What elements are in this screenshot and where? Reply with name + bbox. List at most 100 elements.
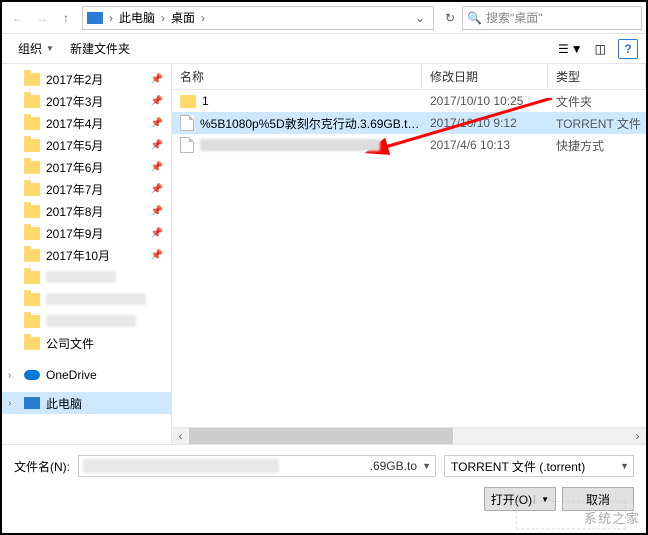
sidebar-item-label: 2017年6月 <box>46 159 103 176</box>
chevron-down-icon[interactable]: ▼ <box>422 461 431 471</box>
column-headers: 名称 修改日期 类型 <box>172 64 646 90</box>
file-date: 2017/10/10 9:12 <box>422 116 548 130</box>
sidebar-item-month[interactable]: 2017年3月 📌 <box>2 90 171 112</box>
sidebar-item-month[interactable]: 2017年7月📌 <box>2 178 171 200</box>
file-row[interactable]: 1 2017/10/10 10:25文件夹 <box>172 90 646 112</box>
sidebar-item-blur[interactable] <box>2 288 171 310</box>
file-name: %5B1080p%5D敦刻尔克行动.3.69GB.t… <box>200 115 419 132</box>
file-type-label: TORRENT 文件 (.torrent) <box>451 458 585 475</box>
help-button[interactable]: ? <box>618 39 638 59</box>
address-dropdown-icon[interactable]: ⌄ <box>411 11 429 25</box>
file-icon <box>180 137 194 153</box>
sidebar-item-onedrive[interactable]: ›OneDrive <box>2 364 171 386</box>
new-folder-button[interactable]: 新建文件夹 <box>62 38 138 59</box>
file-type: TORRENT 文件 <box>548 115 646 132</box>
sidebar: 2017年2月📌2017年3月📌2017年4月📌2017年5月📌2017年6月📌… <box>2 64 172 444</box>
chevron-right-icon: › <box>199 11 207 25</box>
nav-forward-button[interactable]: → <box>30 6 54 30</box>
sidebar-item-label: OneDrive <box>46 368 97 382</box>
horizontal-scrollbar[interactable]: ‹ › <box>172 427 646 444</box>
search-placeholder: 搜索"桌面" <box>486 9 543 26</box>
scrollbar-thumb[interactable] <box>189 428 453 444</box>
sidebar-item-label: 公司文件 <box>46 335 94 352</box>
sidebar-item-month[interactable]: 2017年4月 📌 <box>2 112 171 134</box>
chevron-right-icon: › <box>8 398 11 409</box>
folder-icon <box>24 183 40 196</box>
file-icon <box>180 115 194 131</box>
preview-icon: ◫ <box>595 42 606 56</box>
organize-label: 组织 <box>18 40 42 57</box>
folder-icon <box>24 271 40 284</box>
folder-icon <box>24 139 40 152</box>
pin-icon: 📌 <box>151 118 163 129</box>
organize-button[interactable]: 组织 ▼ <box>10 38 62 59</box>
preview-pane-button[interactable]: ◫ <box>589 40 612 58</box>
nav-back-button[interactable]: ← <box>6 6 30 30</box>
new-folder-label: 新建文件夹 <box>70 40 130 57</box>
sidebar-item-label: 2017年8月 <box>46 203 103 220</box>
pin-icon: 📌 <box>151 96 163 107</box>
search-icon: 🔍 <box>467 11 482 25</box>
sidebar-item-blur[interactable] <box>2 266 171 288</box>
file-type-filter[interactable]: TORRENT 文件 (.torrent) ▼ <box>444 455 634 477</box>
pin-icon: 📌 <box>151 228 163 239</box>
pc-icon <box>24 397 40 409</box>
sidebar-item-month[interactable]: 2017年10月📌 <box>2 244 171 266</box>
sidebar-item-company[interactable]: 公司文件 <box>2 332 171 354</box>
file-date: 2017/4/6 10:13 <box>422 138 548 152</box>
folder-icon <box>180 95 196 108</box>
address-bar[interactable]: › 此电脑 › 桌面 › ⌄ <box>82 6 434 30</box>
watermark-box <box>516 501 626 529</box>
scroll-right-button[interactable]: › <box>629 428 646 445</box>
file-row[interactable]: %5B1080p%5D敦刻尔克行动.3.69GB.t…2017/10/10 9:… <box>172 112 646 134</box>
column-header-name[interactable]: 名称 <box>172 64 422 89</box>
sidebar-item-this-pc[interactable]: ›此电脑 <box>2 392 171 414</box>
nav-up-button[interactable]: ↑ <box>54 6 78 30</box>
chevron-down-icon[interactable]: ▼ <box>620 461 629 471</box>
chevron-right-icon: › <box>159 11 167 25</box>
pin-icon: 📌 <box>151 74 163 85</box>
filename-input[interactable]: .69GB.to ▼ <box>78 455 436 477</box>
chevron-down-icon: ▼ <box>46 44 54 53</box>
folder-icon <box>24 337 40 350</box>
sidebar-item-label: 2017年9月 <box>46 225 103 242</box>
breadcrumb-item[interactable]: 此电脑 <box>115 9 159 26</box>
scroll-left-button[interactable]: ‹ <box>172 428 189 445</box>
folder-icon <box>24 117 40 130</box>
refresh-button[interactable]: ↻ <box>438 11 462 25</box>
pc-icon <box>87 12 103 24</box>
column-header-type[interactable]: 类型 <box>548 64 646 89</box>
breadcrumb-item[interactable]: 桌面 <box>167 9 199 26</box>
pin-icon: 📌 <box>151 140 163 151</box>
folder-icon <box>24 293 40 306</box>
sidebar-item-label: 2017年3月 <box>46 93 103 110</box>
folder-icon <box>24 73 40 86</box>
folder-icon <box>24 315 40 328</box>
folder-icon <box>24 205 40 218</box>
search-input[interactable]: 🔍 搜索"桌面" <box>462 6 642 30</box>
folder-icon <box>24 95 40 108</box>
folder-icon <box>24 227 40 240</box>
sidebar-item-month[interactable]: 2017年6月📌 <box>2 156 171 178</box>
pin-icon: 📌 <box>151 206 163 217</box>
sidebar-item-label: 2017年4月 <box>46 115 103 132</box>
sidebar-item-month[interactable]: 2017年8月 📌 <box>2 200 171 222</box>
file-type: 快捷方式 <box>548 137 646 154</box>
sidebar-item-blur[interactable] <box>2 310 171 332</box>
sidebar-item-month[interactable]: 2017年5月📌 <box>2 134 171 156</box>
file-type: 文件夹 <box>548 93 646 110</box>
folder-icon <box>24 161 40 174</box>
column-header-date[interactable]: 修改日期 <box>422 64 548 89</box>
file-name: 1 <box>202 94 209 108</box>
view-options-button[interactable]: ☰ ▼ <box>552 40 589 58</box>
pin-icon: 📌 <box>151 250 163 261</box>
sidebar-item-month[interactable]: 2017年2月📌 <box>2 68 171 90</box>
folder-icon <box>24 249 40 262</box>
sidebar-item-month[interactable]: 2017年9月 📌 <box>2 222 171 244</box>
file-date: 2017/10/10 10:25 <box>422 94 548 108</box>
list-view-icon: ☰ <box>558 42 569 56</box>
file-list: 1 2017/10/10 10:25文件夹 %5B1080p%5D敦刻尔克行动.3.… <box>172 90 646 427</box>
file-row[interactable]: 2017/4/6 10:13快捷方式 <box>172 134 646 156</box>
onedrive-icon <box>24 370 40 380</box>
chevron-right-icon: › <box>107 11 115 25</box>
